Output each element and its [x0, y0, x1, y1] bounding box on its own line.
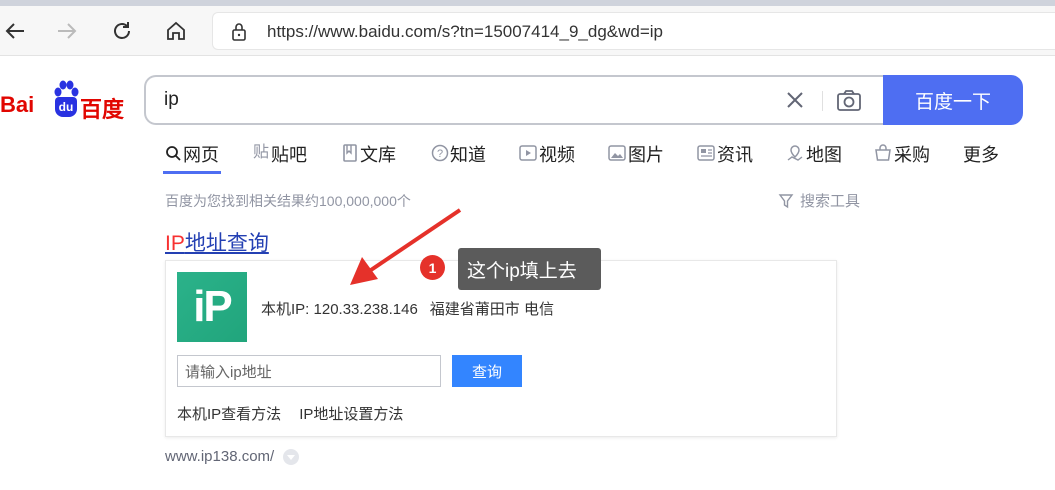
- browser-toolbar: https://www.baidu.com/s?tn=15007414_9_dg…: [0, 6, 1055, 56]
- forward-arrow-icon: [58, 23, 77, 39]
- video-icon: [519, 145, 537, 161]
- ip-location: 福建省莆田市 电信: [429, 301, 554, 318]
- search-input[interactable]: ip: [144, 75, 886, 125]
- search-query-text: ip: [164, 89, 179, 110]
- address-url: https://www.baidu.com/s?tn=15007414_9_dg…: [267, 22, 663, 41]
- tab-more[interactable]: 更多: [963, 141, 999, 177]
- search-tools-label: 搜索工具: [800, 193, 861, 210]
- refresh-button[interactable]: [107, 16, 137, 46]
- news-icon: [697, 145, 715, 161]
- result-title-highlight: IP: [165, 232, 185, 255]
- refresh-icon: [114, 22, 130, 39]
- ip-query-button[interactable]: 查询: [452, 355, 522, 387]
- ip-value: 120.33.238.146: [313, 301, 418, 318]
- address-bar[interactable]: https://www.baidu.com/s?tn=15007414_9_dg…: [212, 12, 1055, 50]
- home-button[interactable]: [161, 16, 191, 46]
- back-button[interactable]: [0, 16, 30, 46]
- search-button[interactable]: 百度一下: [883, 75, 1023, 125]
- tieba-icon: 贴: [253, 144, 270, 161]
- back-arrow-icon: [5, 23, 24, 39]
- tab-label: 视频: [539, 145, 575, 165]
- tab-news[interactable]: 资讯: [697, 141, 753, 177]
- tab-video[interactable]: 视频: [519, 141, 575, 177]
- filter-icon: [778, 193, 794, 208]
- ip-input-placeholder: 请输入ip地址: [185, 363, 272, 381]
- result-url-text: www.ip138.com/: [165, 448, 275, 465]
- tab-label: 图片: [628, 145, 664, 165]
- tab-label: 更多: [963, 145, 999, 165]
- wenku-icon: [343, 144, 357, 162]
- link-view-local-ip[interactable]: 本机IP查看方法: [177, 406, 281, 423]
- tab-label: 文库: [360, 145, 396, 165]
- tab-label: 资讯: [717, 145, 753, 165]
- forward-button[interactable]: [52, 16, 82, 46]
- card-links: 本机IP查看方法 IP地址设置方法: [177, 403, 421, 424]
- search-icon: [166, 146, 181, 161]
- camera-icon[interactable]: [836, 89, 862, 113]
- annotation-tooltip: 这个ip填上去: [458, 248, 601, 290]
- tab-label: 地图: [806, 145, 842, 165]
- result-title-rest: 地址查询: [184, 232, 269, 255]
- tab-zhidao[interactable]: ? 知道: [431, 141, 486, 177]
- annotation-badge: 1: [420, 255, 445, 280]
- tab-map[interactable]: 地图: [786, 141, 842, 177]
- tab-purchase[interactable]: 采购: [874, 141, 930, 177]
- svg-text:?: ?: [437, 148, 443, 160]
- tab-wenku[interactable]: 文库: [343, 141, 396, 177]
- logo-text-cn: 百度: [80, 97, 125, 122]
- ip-label: 本机IP:: [261, 301, 314, 318]
- tab-label: 知道: [450, 145, 486, 165]
- search-divider: [822, 91, 823, 111]
- logo-text-bai: Bai: [0, 92, 35, 117]
- result-count: 百度为您找到相关结果约100,000,000个: [165, 193, 411, 209]
- map-icon: [787, 145, 803, 161]
- ip-logo: iP: [177, 272, 247, 342]
- purchase-icon: [875, 144, 891, 161]
- tab-tieba[interactable]: 贴 贴吧: [253, 141, 307, 177]
- active-tab-indicator: [163, 171, 221, 174]
- logo-du-badge: du: [55, 97, 77, 117]
- home-icon: [167, 21, 185, 40]
- ip-query-input[interactable]: 请输入ip地址: [177, 355, 441, 387]
- result-title-link[interactable]: IP地址查询: [165, 227, 269, 257]
- link-ip-settings[interactable]: IP地址设置方法: [299, 406, 403, 423]
- tab-label: 贴吧: [271, 145, 308, 165]
- tab-label: 网页: [183, 145, 219, 165]
- search-tools-button[interactable]: 搜索工具: [778, 190, 860, 211]
- zhidao-icon: ?: [431, 144, 449, 162]
- result-source-url[interactable]: www.ip138.com/: [165, 448, 300, 465]
- ip-info-line: 本机IP: 120.33.238.146 福建省莆田市 电信: [261, 298, 558, 319]
- tab-label: 采购: [894, 145, 930, 165]
- image-icon: [608, 145, 626, 161]
- chevron-down-icon[interactable]: [283, 448, 300, 465]
- tab-image[interactable]: 图片: [608, 141, 664, 177]
- lock-icon: [232, 23, 246, 41]
- clear-icon[interactable]: [784, 89, 806, 111]
